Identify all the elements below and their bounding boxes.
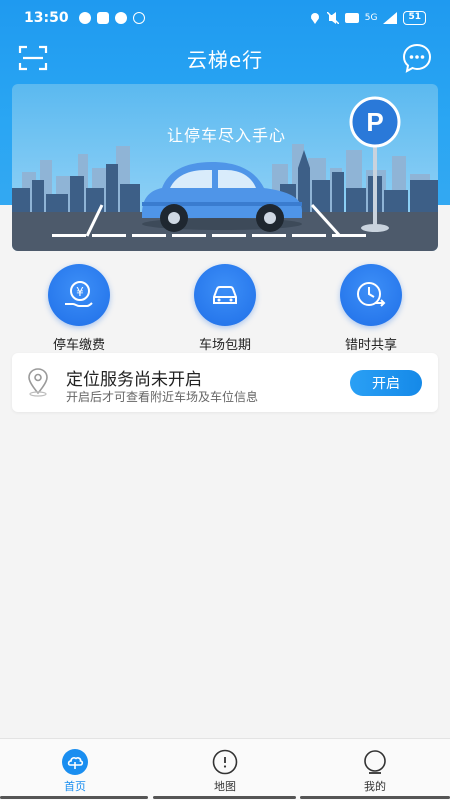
feature-icon-circle [340, 264, 402, 326]
home-indicator-segment [300, 796, 450, 799]
nav-item-map[interactable]: 地图 [150, 739, 300, 800]
nav-item-home[interactable]: 首页 [0, 739, 150, 800]
nav-label-map: 地图 [214, 780, 236, 793]
promo-banner[interactable]: P 让停车尽入手心 [12, 84, 438, 251]
title-bar: 云梯e行 [0, 36, 450, 80]
notification-icons [78, 12, 145, 24]
nav-item-profile[interactable]: 我的 [300, 739, 450, 800]
scan-icon[interactable] [18, 44, 48, 72]
feature-parking-payment[interactable]: ¥ 停车缴费 [19, 264, 139, 353]
status-right-icons: 5G 51 [309, 11, 426, 25]
battery-level: 51 [403, 11, 426, 25]
feature-grid: ¥ 停车缴费 车场包期 错时共享 [0, 264, 450, 353]
banner-slogan: 让停车尽入手心 [167, 126, 287, 145]
home-indicator-segment [153, 796, 296, 799]
nav-label-home: 首页 [64, 780, 86, 793]
nav-label-profile: 我的 [364, 780, 386, 793]
car-icon [213, 286, 237, 304]
enable-location-button[interactable]: 开启 [350, 370, 422, 396]
status-bar: 13:50 5G 51 [0, 0, 450, 36]
clock-share-icon [357, 282, 386, 307]
tiktok-icon [96, 12, 109, 24]
profile-icon [364, 750, 386, 774]
location-service-card: 定位服务尚未开启 开启后才可查看附近车场及车位信息 开启 [12, 353, 438, 412]
feature-parking-subscription[interactable]: 车场包期 [165, 264, 285, 353]
location-subtitle: 开启后才可查看附近车场及车位信息 [66, 390, 259, 404]
parking-sign-letter: P [366, 107, 383, 137]
app-title: 云梯e行 [186, 47, 264, 72]
feature-off-peak-sharing[interactable]: 错时共享 [311, 264, 431, 353]
mute-icon [326, 12, 339, 24]
yen-hand-icon: ¥ [65, 281, 93, 307]
app-notification-icon [114, 12, 127, 24]
status-time: 13:50 [24, 10, 69, 26]
parking-illustration: P [12, 84, 438, 251]
feature-icon-circle [194, 264, 256, 326]
location-pin-icon [28, 368, 48, 397]
signal-icon [383, 12, 398, 24]
message-icon [78, 12, 91, 24]
map-icon [212, 749, 238, 775]
svg-text:¥: ¥ [76, 285, 84, 299]
home-cloud-icon [62, 749, 88, 775]
nfc-icon [132, 12, 145, 24]
bottom-navigation: 首页 地图 我的 [0, 738, 450, 800]
home-indicator-segment [0, 796, 148, 799]
hd-icon [344, 13, 359, 23]
message-bubble-icon[interactable] [402, 43, 432, 73]
feature-icon-circle: ¥ [48, 264, 110, 326]
network-type: 5G [364, 13, 378, 23]
feature-label: 车场包期 [198, 338, 251, 353]
location-title: 定位服务尚未开启 [66, 370, 202, 390]
location-icon [310, 13, 319, 24]
feature-label: 停车缴费 [52, 338, 105, 353]
feature-label: 错时共享 [344, 338, 397, 353]
